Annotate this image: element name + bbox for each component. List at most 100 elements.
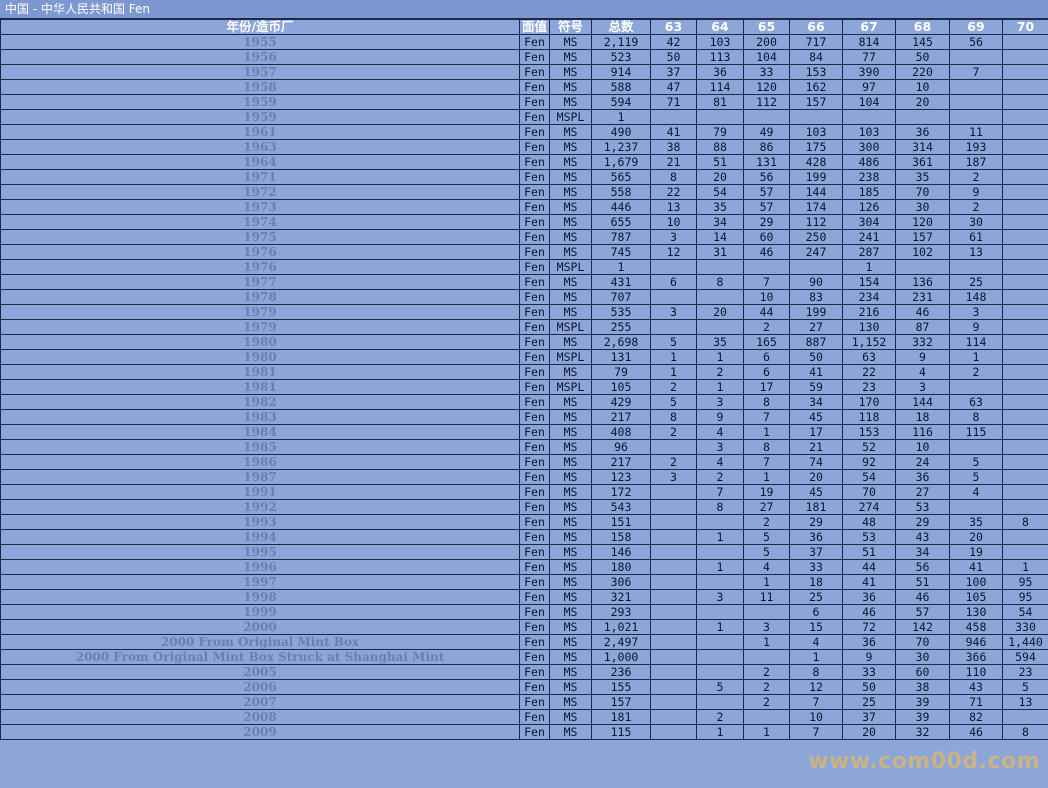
grade-64-cell: 14 (696, 229, 744, 245)
grade-67-cell: 154 (842, 274, 896, 290)
grade-68-cell: 32 (895, 724, 950, 740)
grade-66-cell: 10 (789, 709, 843, 725)
table-row: 1964 Fen MS 1,679 21 51 131 428 486 361 187 (0, 154, 1048, 170)
table-row: 1987 Fen MS 123 3 2 1 20 54 36 5 (0, 469, 1048, 485)
denomination-cell: Fen (519, 289, 550, 305)
grade-64-cell: 36 (696, 64, 744, 80)
grade-64-cell: 1 (696, 529, 744, 545)
total-cell: 408 (591, 424, 651, 440)
grade-65-cell (743, 604, 790, 620)
grade-63-cell: 5 (650, 394, 697, 410)
total-cell: 1 (591, 259, 651, 275)
grade-67-cell: 63 (842, 349, 896, 365)
grade-67-cell: 44 (842, 559, 896, 575)
grade-64-cell: 5 (696, 679, 744, 695)
grade-68-cell: 50 (895, 49, 950, 65)
denomination-cell: Fen (519, 139, 550, 155)
total-cell: 217 (591, 454, 651, 470)
grade-65-cell: 57 (743, 199, 790, 215)
grade-65-cell: 1 (743, 574, 790, 590)
grade-65-cell: 165 (743, 334, 790, 350)
grade-65-cell: 49 (743, 124, 790, 140)
grade-65-cell: 10 (743, 289, 790, 305)
grade-65-cell: 200 (743, 34, 790, 50)
watermark: www.com00d.com (808, 749, 1040, 774)
grade-68-cell: 39 (895, 709, 950, 725)
grade-68-cell: 51 (895, 574, 950, 590)
designation-cell: MS (549, 619, 592, 635)
denomination-cell: Fen (519, 64, 550, 80)
grade-63-cell (650, 259, 697, 275)
grade-69-cell: 193 (949, 139, 1003, 155)
grade-65-cell: 57 (743, 184, 790, 200)
grade-69-cell: 35 (949, 514, 1003, 530)
total-cell: 2,119 (591, 34, 651, 50)
designation-cell: MS (549, 679, 592, 695)
table-row: 1980 Fen MS 2,698 5 35 165 887 1,152 332 114 (0, 334, 1048, 350)
grade-68-cell: 70 (895, 184, 950, 200)
grade-68-cell: 10 (895, 439, 950, 455)
total-cell: 565 (591, 169, 651, 185)
grade-69-cell: 41 (949, 559, 1003, 575)
grade-68-cell: 142 (895, 619, 950, 635)
grade-65-cell: 7 (743, 454, 790, 470)
grade-70-cell (1002, 154, 1048, 170)
year-cell: 1977 (0, 274, 520, 290)
denomination-cell: Fen (519, 559, 550, 575)
grade-68-cell: 9 (895, 349, 950, 365)
total-cell: 123 (591, 469, 651, 485)
grade-68-cell: 36 (895, 124, 950, 140)
grade-64-cell: 3 (696, 394, 744, 410)
denomination-cell: Fen (519, 124, 550, 140)
table-row: 1973 Fen MS 446 13 35 57 174 126 30 2 (0, 199, 1048, 215)
grade-70-cell (1002, 439, 1048, 455)
table-row: 1997 Fen MS 306 1 18 41 51 100 95 (0, 574, 1048, 590)
designation-cell: MS (549, 544, 592, 560)
designation-cell: MSPL (549, 259, 592, 275)
grade-68-cell: 102 (895, 244, 950, 260)
grade-63-cell: 21 (650, 154, 697, 170)
grade-66-cell: 175 (789, 139, 843, 155)
grade-67-cell: 486 (842, 154, 896, 170)
grade-65-cell: 19 (743, 484, 790, 500)
grade-67-cell: 52 (842, 439, 896, 455)
grade-64-cell: 34 (696, 214, 744, 230)
grade-67-cell: 48 (842, 514, 896, 530)
grade-64-cell: 1 (696, 724, 744, 740)
grade-68-cell: 314 (895, 139, 950, 155)
denomination-cell: Fen (519, 349, 550, 365)
year-cell: 1956 (0, 49, 520, 65)
year-cell: 1980 (0, 349, 520, 365)
grade-69-cell: 1 (949, 349, 1003, 365)
grade-69-cell: 2 (949, 169, 1003, 185)
total-cell: 787 (591, 229, 651, 245)
grade-68-cell: 157 (895, 229, 950, 245)
grade-68-cell: 145 (895, 34, 950, 50)
table-row: 1979 Fen MS 535 3 20 44 199 216 46 3 (0, 304, 1048, 320)
grade-70-cell (1002, 64, 1048, 80)
year-cell: 1997 (0, 574, 520, 590)
grade-66-cell: 144 (789, 184, 843, 200)
grade-69-cell: 19 (949, 544, 1003, 560)
grade-69-cell: 13 (949, 244, 1003, 260)
grade-64-cell: 9 (696, 409, 744, 425)
table-row: 1972 Fen MS 558 22 54 57 144 185 70 9 (0, 184, 1048, 200)
grade-69-cell: 366 (949, 649, 1003, 665)
grade-66-cell: 162 (789, 79, 843, 95)
total-cell: 2,698 (591, 334, 651, 350)
grade-67-cell: 814 (842, 34, 896, 50)
grade-66-cell: 29 (789, 514, 843, 530)
grade-69-cell: 11 (949, 124, 1003, 140)
grade-63-cell: 5 (650, 334, 697, 350)
grade-66-cell: 84 (789, 49, 843, 65)
grade-69-cell: 8 (949, 409, 1003, 425)
grade-66-cell: 8 (789, 664, 843, 680)
grade-64-cell: 79 (696, 124, 744, 140)
grade-64-cell: 31 (696, 244, 744, 260)
total-cell: 594 (591, 94, 651, 110)
denomination-cell: Fen (519, 94, 550, 110)
grade-66-cell: 41 (789, 364, 843, 380)
grade-70-cell (1002, 304, 1048, 320)
grade-67-cell: 20 (842, 724, 896, 740)
grade-64-cell: 1 (696, 349, 744, 365)
